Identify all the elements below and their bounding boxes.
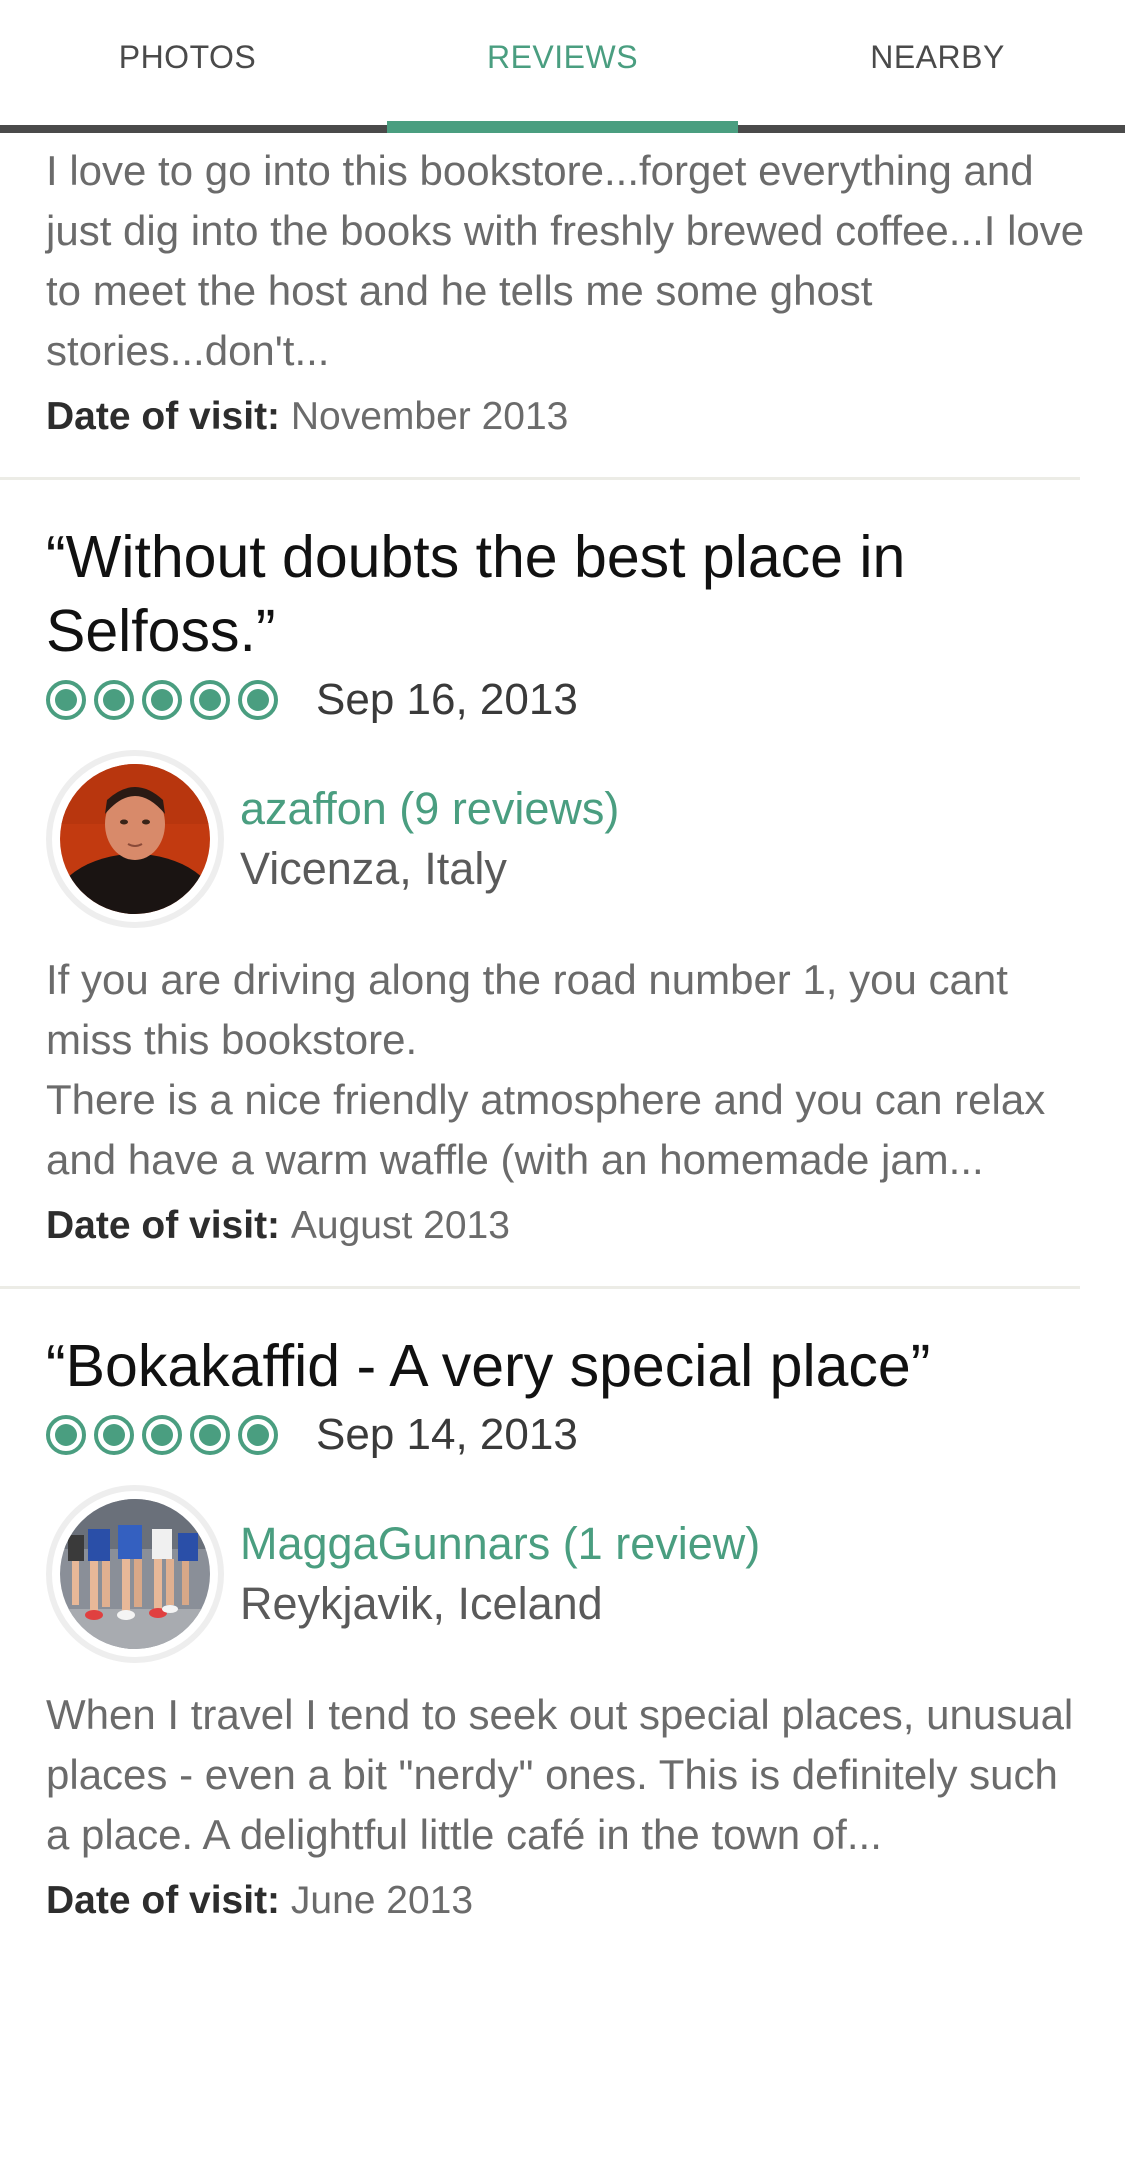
rating-bubble-icon bbox=[238, 1415, 278, 1455]
rating-bubble-icon bbox=[190, 1415, 230, 1455]
tab-bar: PHOTOS REVIEWS NEARBY bbox=[0, 0, 1125, 133]
tab-nearby[interactable]: NEARBY bbox=[750, 0, 1125, 125]
date-of-visit-label: Date of visit: bbox=[46, 395, 291, 438]
rating-bubble-icon bbox=[46, 680, 86, 720]
date-of-visit-value: November 2013 bbox=[290, 395, 569, 438]
rating-bubble-icon bbox=[142, 1415, 182, 1455]
review-title[interactable]: “Bokakaffid - A very special place” bbox=[46, 1329, 1086, 1403]
date-of-visit: Date of visit: June 2013 bbox=[46, 1879, 1125, 1923]
rating-bubble-icon bbox=[238, 680, 278, 720]
date-of-visit-label: Date of visit: bbox=[46, 1204, 291, 1247]
reviewer: azaffon (9 reviews) Vicenza, Italy bbox=[46, 750, 1125, 928]
review-date: Sep 16, 2013 bbox=[316, 675, 578, 724]
reviewer-location: Vicenza, Italy bbox=[240, 843, 507, 894]
avatar-image bbox=[60, 764, 210, 914]
avatar[interactable] bbox=[46, 1485, 224, 1663]
review-divider bbox=[0, 477, 1080, 480]
review-title[interactable]: “Without doubts the best place in Selfos… bbox=[46, 520, 1086, 668]
tab-reviews[interactable]: REVIEWS bbox=[387, 0, 738, 125]
date-of-visit-value: August 2013 bbox=[290, 1204, 510, 1247]
review-text: I love to go into this bookstore...forge… bbox=[46, 147, 1085, 374]
date-of-visit: Date of visit: November 2013 bbox=[46, 395, 1125, 439]
review-text: When I travel I tend to seek out special… bbox=[46, 1691, 1074, 1858]
rating-row: Sep 16, 2013 bbox=[46, 670, 1125, 730]
reviewer-info: MaggaGunnars (1 review) Reykjavik, Icela… bbox=[240, 1514, 760, 1634]
review-text-line: If you are driving along the road number… bbox=[46, 956, 1008, 1063]
reviewer-location: Reykjavik, Iceland bbox=[240, 1578, 603, 1629]
rating-bubble-icon bbox=[94, 680, 134, 720]
rating-bubbles bbox=[46, 1415, 286, 1455]
rating-bubble-icon bbox=[94, 1415, 134, 1455]
reviewer: MaggaGunnars (1 review) Reykjavik, Icela… bbox=[46, 1485, 1125, 1663]
rating-bubble-icon bbox=[142, 680, 182, 720]
review-text: If you are driving along the road number… bbox=[46, 950, 1086, 1190]
avatar-image bbox=[60, 1499, 210, 1649]
rating-bubbles bbox=[46, 680, 286, 720]
review-card: “Bokakaffid - A very special place” Sep … bbox=[0, 1329, 1125, 1923]
review-card: “Without doubts the best place in Selfos… bbox=[0, 520, 1125, 1289]
date-of-visit: Date of visit: August 2013 bbox=[46, 1204, 1125, 1248]
tab-photos[interactable]: PHOTOS bbox=[0, 0, 375, 125]
reviewer-name-link[interactable]: azaffon (9 reviews) bbox=[240, 779, 619, 839]
reviews-list: I love to go into this bookstore...forge… bbox=[0, 133, 1125, 1923]
rating-row: Sep 14, 2013 bbox=[46, 1405, 1125, 1465]
reviewer-name-link[interactable]: MaggaGunnars (1 review) bbox=[240, 1514, 760, 1574]
review-text-line: There is a nice friendly atmosphere and … bbox=[46, 1076, 1046, 1183]
date-of-visit-label: Date of visit: bbox=[46, 1879, 291, 1922]
date-of-visit-value: June 2013 bbox=[290, 1879, 474, 1922]
review-date: Sep 14, 2013 bbox=[316, 1410, 578, 1459]
rating-bubble-icon bbox=[190, 680, 230, 720]
reviewer-info: azaffon (9 reviews) Vicenza, Italy bbox=[240, 779, 619, 899]
rating-bubble-icon bbox=[46, 1415, 86, 1455]
active-tab-indicator bbox=[387, 121, 738, 133]
review-card: I love to go into this bookstore...forge… bbox=[0, 141, 1125, 480]
avatar[interactable] bbox=[46, 750, 224, 928]
review-divider bbox=[0, 1286, 1080, 1289]
